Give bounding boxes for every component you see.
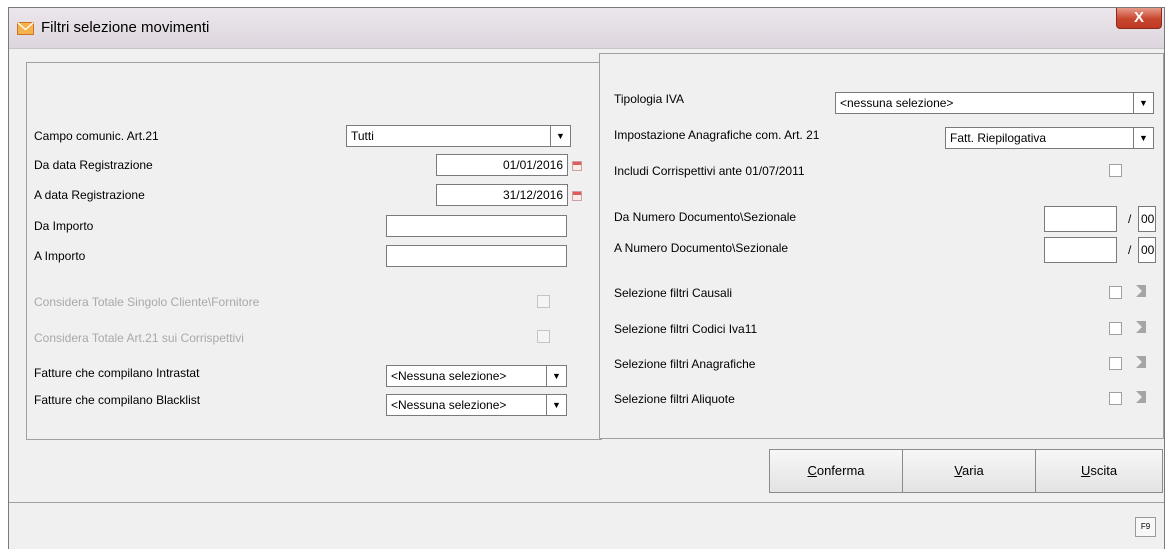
uscita-hotkey: U bbox=[1080, 463, 1091, 478]
title-bar: Filtri selezione movimenti X bbox=[9, 8, 1164, 49]
impostazione-label: Impostazione Anagrafiche com. Art. 21 bbox=[614, 128, 820, 142]
filter-arrow-icon[interactable] bbox=[1133, 283, 1149, 299]
a-sezionale-input[interactable]: 00 bbox=[1138, 237, 1156, 263]
causali-checkbox[interactable] bbox=[1109, 286, 1122, 299]
anagrafiche-checkbox[interactable] bbox=[1109, 357, 1122, 370]
chevron-down-icon[interactable]: ▼ bbox=[546, 395, 566, 415]
campo-comunic-select[interactable]: Tutti ▼ bbox=[346, 125, 571, 147]
aliquote-checkbox[interactable] bbox=[1109, 392, 1122, 405]
da-importo-label: Da Importo bbox=[34, 219, 94, 233]
left-filter-panel: Campo comunic. Art.21 Tutti ▼ Da data Re… bbox=[26, 62, 602, 440]
a-importo-label: A Importo bbox=[34, 249, 86, 263]
varia-label: aria bbox=[962, 463, 984, 478]
filter-arrow-icon[interactable] bbox=[1133, 354, 1149, 370]
varia-hotkey: V bbox=[954, 463, 963, 478]
tipologia-iva-value: <nessuna selezione> bbox=[840, 96, 954, 110]
codici-iva11-checkbox[interactable] bbox=[1109, 322, 1122, 335]
impostazione-value: Fatt. Riepilogativa bbox=[950, 131, 1047, 145]
app-envelope-icon bbox=[17, 22, 34, 35]
blacklist-label: Fatture che compilano Blacklist bbox=[34, 393, 201, 407]
a-numero-input[interactable] bbox=[1044, 237, 1117, 263]
considera-corrispettivi-label: Considera Totale Art.21 sui Corrispettiv… bbox=[34, 331, 244, 345]
considera-corrispettivi-checkbox[interactable] bbox=[537, 330, 550, 343]
filter-arrow-icon[interactable] bbox=[1133, 389, 1149, 405]
a-data-label: A data Registrazione bbox=[34, 188, 145, 202]
uscita-button[interactable]: Uscita bbox=[1035, 449, 1163, 493]
includi-corrispettivi-label: Includi Corrispettivi ante 01/07/2011 bbox=[614, 164, 805, 178]
causali-label: Selezione filtri Causali bbox=[614, 286, 733, 300]
anagrafiche-label: Selezione filtri Anagrafiche bbox=[614, 357, 756, 371]
campo-comunic-label: Campo comunic. Art.21 bbox=[34, 129, 159, 143]
considera-singolo-checkbox[interactable] bbox=[537, 295, 550, 308]
impostazione-select[interactable]: Fatt. Riepilogativa ▼ bbox=[945, 127, 1154, 149]
tipologia-iva-label: Tipologia IVA bbox=[614, 92, 685, 106]
window-title: Filtri selezione movimenti bbox=[41, 19, 210, 36]
chevron-down-icon[interactable]: ▼ bbox=[1133, 128, 1153, 148]
intrastat-select[interactable]: <Nessuna selezione> ▼ bbox=[386, 365, 567, 387]
f9-key-button[interactable]: F9 bbox=[1135, 517, 1156, 537]
status-bar: F9 bbox=[9, 502, 1164, 549]
varia-button[interactable]: Varia bbox=[902, 449, 1036, 493]
da-numero-input[interactable] bbox=[1044, 206, 1117, 232]
considera-singolo-label: Considera Totale Singolo Cliente\Fornito… bbox=[34, 295, 260, 309]
right-filter-panel: Tipologia IVA <nessuna selezione> ▼ Impo… bbox=[599, 53, 1164, 439]
conferma-button[interactable]: Conferma bbox=[769, 449, 903, 493]
a-importo-input[interactable] bbox=[386, 245, 567, 267]
chevron-down-icon[interactable]: ▼ bbox=[546, 366, 566, 386]
tipologia-iva-select[interactable]: <nessuna selezione> ▼ bbox=[835, 92, 1154, 114]
uscita-label: scita bbox=[1090, 463, 1118, 478]
da-importo-input[interactable] bbox=[386, 215, 567, 237]
da-numero-label: Da Numero Documento\Sezionale bbox=[614, 210, 797, 224]
blacklist-value: <Nessuna selezione> bbox=[391, 398, 507, 412]
dialog-window: Filtri selezione movimenti X Campo comun… bbox=[8, 7, 1165, 549]
close-button[interactable]: X bbox=[1116, 8, 1162, 29]
filter-arrow-icon[interactable] bbox=[1133, 319, 1149, 335]
calendar-icon[interactable] bbox=[572, 161, 582, 171]
codici-iva11-label: Selezione filtri Codici Iva11 bbox=[614, 322, 758, 336]
da-data-label: Da data Registrazione bbox=[34, 158, 153, 172]
a-slash: / bbox=[1128, 243, 1132, 257]
da-data-input[interactable]: 01/01/2016 bbox=[436, 154, 568, 176]
a-data-input[interactable]: 31/12/2016 bbox=[436, 184, 568, 206]
aliquote-label: Selezione filtri Aliquote bbox=[614, 392, 735, 406]
calendar-icon[interactable] bbox=[572, 191, 582, 201]
conferma-label: onferma bbox=[816, 463, 865, 478]
campo-comunic-value: Tutti bbox=[351, 129, 374, 143]
intrastat-label: Fatture che compilano Intrastat bbox=[34, 366, 200, 380]
intrastat-value: <Nessuna selezione> bbox=[391, 369, 507, 383]
chevron-down-icon[interactable]: ▼ bbox=[1133, 93, 1153, 113]
da-slash: / bbox=[1128, 212, 1132, 226]
da-sezionale-input[interactable]: 00 bbox=[1138, 206, 1156, 232]
blacklist-select[interactable]: <Nessuna selezione> ▼ bbox=[386, 394, 567, 416]
a-numero-label: A Numero Documento\Sezionale bbox=[614, 241, 789, 255]
conferma-hotkey: C bbox=[807, 463, 817, 478]
chevron-down-icon[interactable]: ▼ bbox=[550, 126, 570, 146]
includi-corrispettivi-checkbox[interactable] bbox=[1109, 164, 1122, 177]
